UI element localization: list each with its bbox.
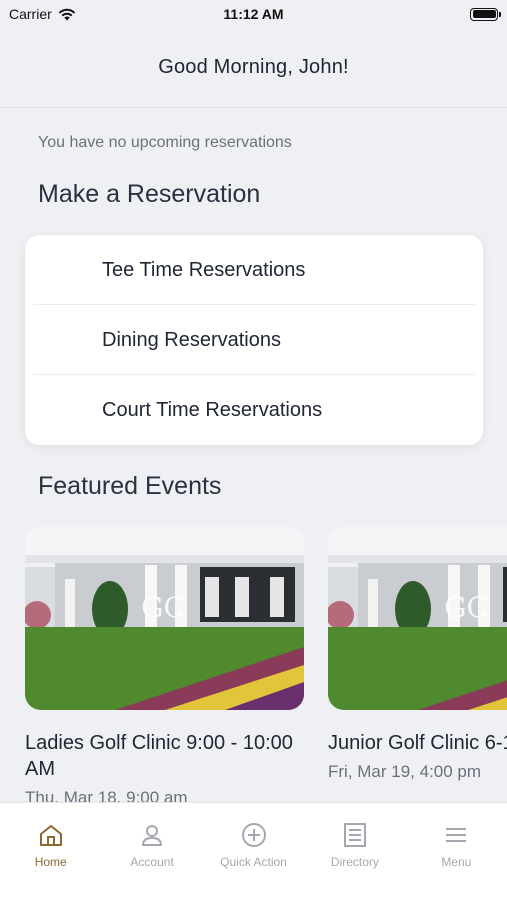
res-item-label: Court Time Reservations xyxy=(102,398,323,421)
event-title: Ladies Golf Clinic 9:00 - 10:00 AM xyxy=(25,732,293,780)
no-reservations-message: You have no upcoming reservations xyxy=(38,134,292,151)
tab-bar: Home Account Quick Action Directory Menu xyxy=(0,802,507,900)
menu-icon xyxy=(446,828,467,842)
event-date: Thu, Mar 18, 9:00 am xyxy=(25,788,188,802)
greeting-title: Good Morning, John! xyxy=(158,56,349,78)
make-reservation-title: Make a Reservation xyxy=(38,180,261,208)
res-item-label: Tee Time Reservations xyxy=(102,258,306,281)
tab-label: Menu xyxy=(441,855,472,869)
account-icon xyxy=(142,825,163,846)
status-left: Carrier xyxy=(9,6,76,22)
res-item-label: Dining Reservations xyxy=(102,328,281,351)
reservation-card: Tee Time Reservations Dining Reservation… xyxy=(25,235,483,445)
tee-time-reservations-item[interactable]: Tee Time Reservations xyxy=(25,235,483,305)
featured-events-title: Featured Events xyxy=(38,472,222,500)
event-date: Fri, Mar 19, 4:00 pm xyxy=(328,762,482,781)
home-icon xyxy=(39,825,62,846)
tab-home[interactable]: Home xyxy=(0,803,101,900)
tab-label: Directory xyxy=(330,855,379,869)
court-time-reservations-item[interactable]: Court Time Reservations xyxy=(25,375,483,445)
tab-menu[interactable]: Menu xyxy=(406,803,507,900)
directory-icon xyxy=(343,823,366,847)
battery-icon xyxy=(470,7,501,21)
tab-label: Account xyxy=(130,855,174,869)
event-title: Junior Golf Clinic 6-11 xyxy=(328,732,507,754)
dining-reservations-item[interactable]: Dining Reservations xyxy=(25,305,483,375)
tab-quick-action[interactable]: Quick Action xyxy=(203,803,304,900)
tab-directory[interactable]: Directory xyxy=(304,803,405,900)
event-image: GC xyxy=(328,527,507,710)
tab-account[interactable]: Account xyxy=(101,803,202,900)
status-time: 11:12 AM xyxy=(223,6,284,22)
events-carousel[interactable]: GC Ladies Golf Clinic 9:00 - 10:00 AM Th… xyxy=(25,527,507,802)
event-image: GC xyxy=(25,527,304,710)
svg-text:GC: GC xyxy=(444,591,488,624)
tab-label: Quick Action xyxy=(220,855,287,869)
event-card[interactable]: GC Ladies Golf Clinic 9:00 - 10:00 AM Th… xyxy=(25,527,304,802)
header: Good Morning, John! xyxy=(0,28,507,108)
event-card[interactable]: GC Junior Golf Clinic 6-11 Fri, Mar 19, … xyxy=(328,527,507,782)
wifi-icon xyxy=(58,8,75,20)
svg-text:GC: GC xyxy=(141,591,185,624)
plus-circle-icon xyxy=(241,823,266,847)
carrier-label: Carrier xyxy=(9,6,52,22)
tab-label: Home xyxy=(34,855,67,869)
status-bar: Carrier 11:12 AM xyxy=(0,0,507,28)
